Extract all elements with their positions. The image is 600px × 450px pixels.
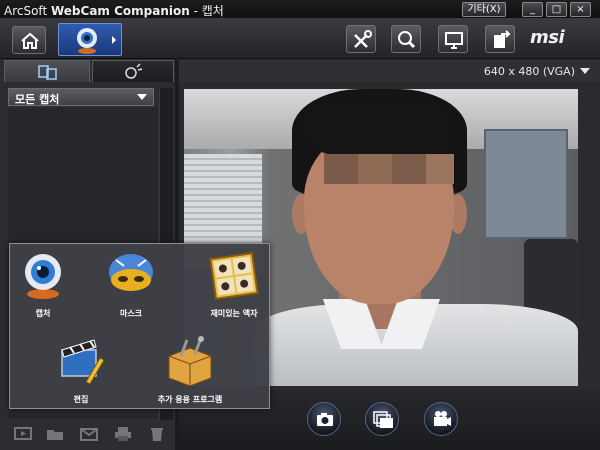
launcher-label: 재미있는 액자 bbox=[210, 309, 258, 318]
tools-icon bbox=[354, 30, 372, 48]
clapper-edit-icon bbox=[61, 339, 105, 385]
screen-icon bbox=[445, 32, 463, 49]
launcher-label: 편집 bbox=[73, 395, 89, 404]
capture-actions bbox=[0, 418, 175, 450]
resolution-selector[interactable]: 640 x 480 (VGA) bbox=[179, 60, 600, 82]
record-video-button[interactable] bbox=[424, 402, 458, 436]
webcam-icon bbox=[25, 254, 61, 299]
close-button[interactable]: × bbox=[570, 2, 591, 17]
maximize-button[interactable]: □ bbox=[546, 2, 567, 17]
chevron-down-icon bbox=[137, 94, 147, 100]
magnify-icon bbox=[398, 31, 416, 49]
trash-icon[interactable] bbox=[148, 426, 166, 442]
launcher-item-edit[interactable]: 편집 bbox=[50, 336, 112, 405]
email-icon[interactable] bbox=[80, 426, 98, 442]
export-button[interactable] bbox=[485, 25, 515, 53]
title-app: ArcSoft bbox=[4, 4, 48, 18]
launcher-label: 추가 응용 프로그램 bbox=[157, 395, 223, 404]
msi-logo: msi bbox=[530, 27, 565, 48]
launcher-item-fun-frames[interactable]: 재미있는 액자 bbox=[200, 250, 268, 319]
title-bar: ArcSoft WebCam Companion - 캡처 기타(X) _ □ … bbox=[0, 0, 600, 19]
tab-effects[interactable] bbox=[92, 60, 174, 82]
app-launcher-popup: 캡처 마스크 재미있는 액자 편집 추가 응용 프로그램 bbox=[9, 243, 270, 409]
window-title: ArcSoft WebCam Companion - 캡처 bbox=[4, 2, 224, 19]
other-menu-button[interactable]: 기타(X) bbox=[462, 2, 506, 17]
main-toolbar: msi bbox=[0, 19, 600, 59]
home-icon bbox=[21, 32, 39, 49]
launcher-label: 마스크 bbox=[119, 309, 143, 318]
capture-filter-dropdown[interactable]: 모든 캡처 bbox=[8, 88, 154, 106]
capture-mode-button[interactable] bbox=[58, 23, 122, 56]
launcher-item-additional-apps[interactable]: 추가 응용 프로그램 bbox=[140, 336, 240, 405]
minimize-button[interactable]: _ bbox=[522, 2, 543, 17]
chevron-down-icon bbox=[580, 68, 590, 74]
effects-icon bbox=[125, 63, 143, 79]
gallery-icon bbox=[38, 65, 57, 80]
tab-capture[interactable] bbox=[4, 60, 90, 82]
panel-tabs bbox=[4, 60, 174, 82]
box-tools-icon bbox=[168, 336, 212, 387]
mask-icon bbox=[109, 254, 153, 291]
launcher-label: 캡처 bbox=[35, 309, 51, 318]
launcher-item-mask[interactable]: 마스크 bbox=[100, 250, 162, 319]
settings-button[interactable] bbox=[346, 25, 376, 53]
resolution-label: 640 x 480 (VGA) bbox=[483, 65, 575, 78]
video-icon bbox=[434, 411, 451, 426]
export-icon bbox=[494, 30, 511, 48]
title-suffix: - 캡처 bbox=[189, 4, 224, 18]
take-photo-button[interactable] bbox=[307, 402, 341, 436]
burst-capture-button[interactable] bbox=[365, 402, 399, 436]
display-button[interactable] bbox=[438, 25, 468, 53]
photo-frame-icon bbox=[209, 252, 259, 300]
home-button[interactable] bbox=[12, 26, 46, 54]
camera-icon bbox=[317, 413, 333, 426]
webcam-icon bbox=[77, 28, 116, 54]
launcher-item-capture[interactable]: 캡처 bbox=[12, 250, 74, 319]
slideshow-icon[interactable] bbox=[14, 426, 32, 442]
zoom-button[interactable] bbox=[391, 25, 421, 53]
title-product: WebCam Companion bbox=[50, 4, 190, 18]
dropdown-value: 모든 캡처 bbox=[15, 93, 60, 106]
print-icon[interactable] bbox=[114, 426, 132, 442]
folder-icon[interactable] bbox=[46, 426, 64, 442]
burst-icon bbox=[373, 411, 393, 428]
